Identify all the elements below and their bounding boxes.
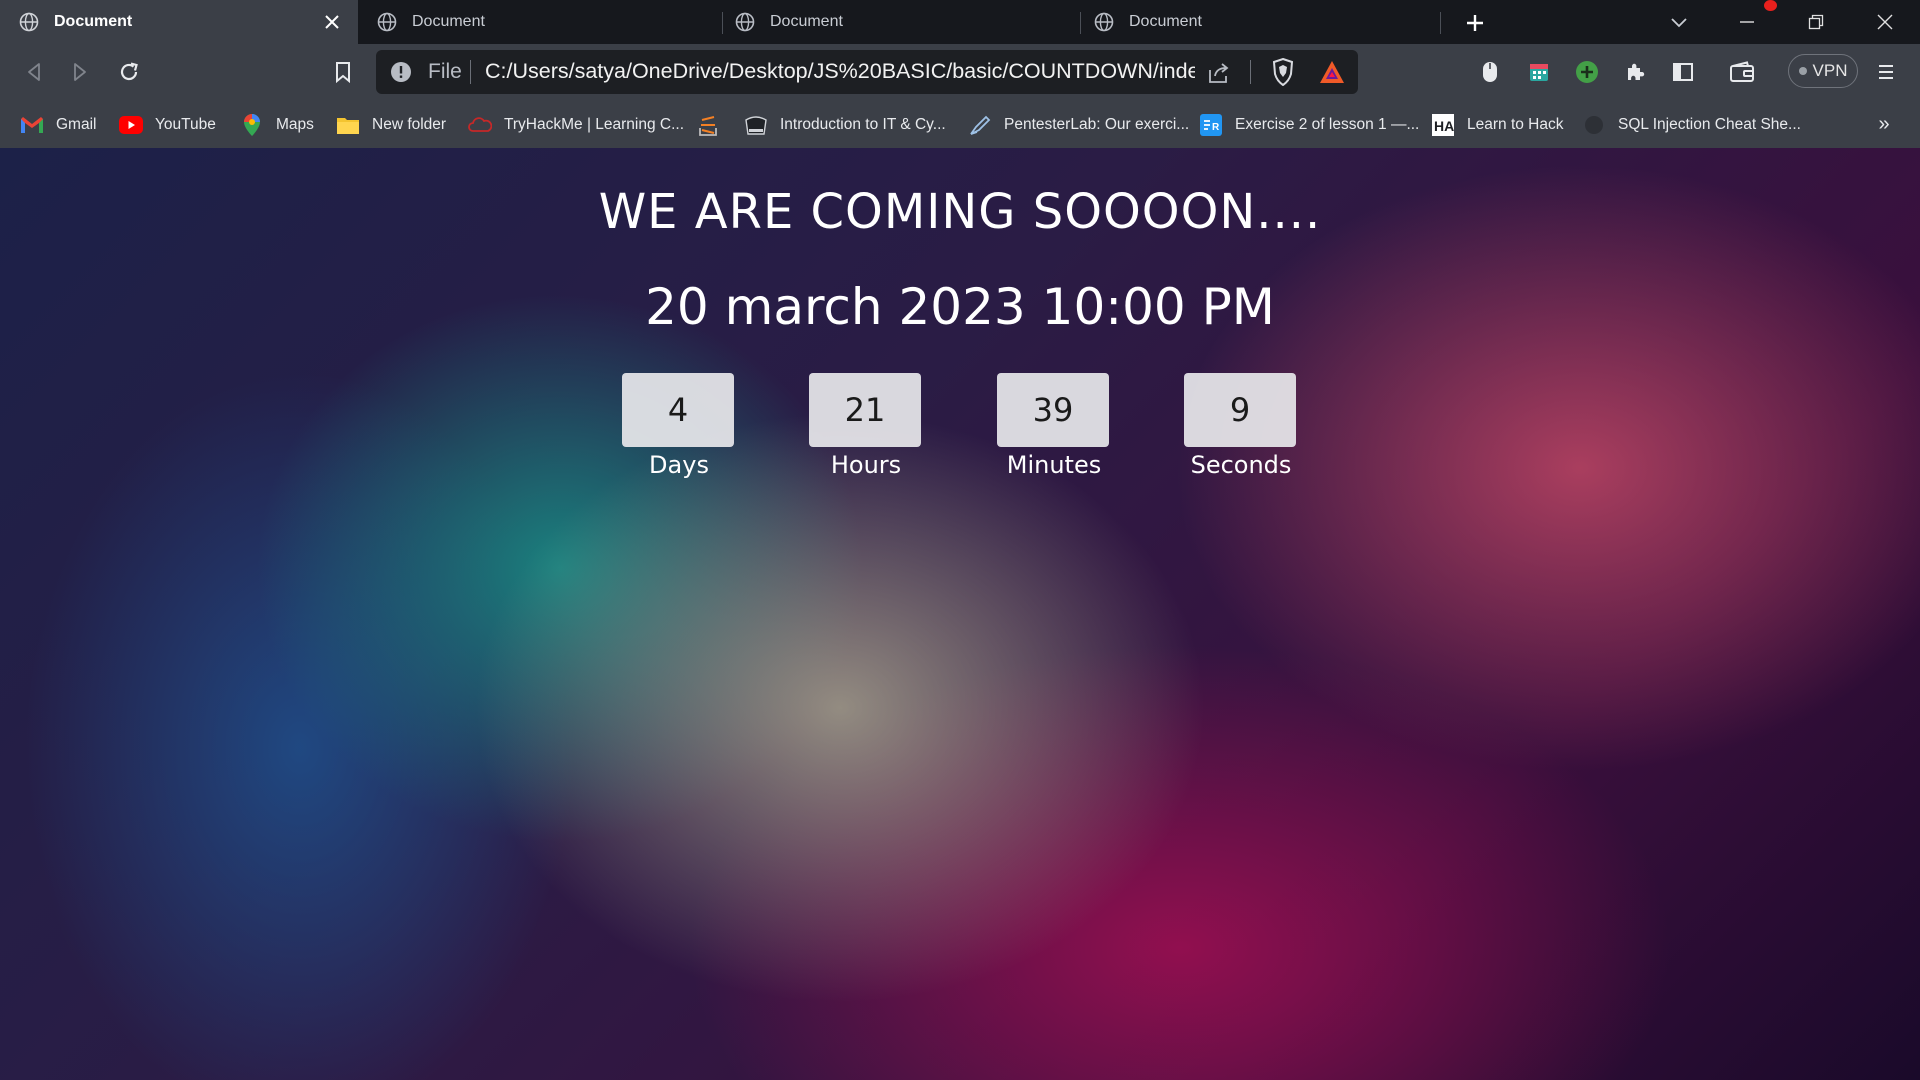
menu-icon[interactable]: [1870, 56, 1902, 88]
tab-separator: [1440, 12, 1441, 34]
bookmark-label: TryHackMe | Learning C...: [504, 116, 685, 133]
countdown-value: 21: [809, 373, 921, 447]
bookmark-label: Gmail: [56, 116, 97, 133]
browser-toolbar: File C:/Users/satya/OneDrive/Desktop/JS%…: [0, 44, 1920, 100]
bookmark-exercise[interactable]: R Exercise 2 of lesson 1 —...: [1199, 112, 1419, 138]
vpn-label: VPN: [1812, 61, 1848, 80]
bookmark-label: Exercise 2 of lesson 1 —...: [1235, 116, 1420, 133]
globe-icon: [734, 11, 756, 33]
url-text[interactable]: C:/Users/satya/OneDrive/Desktop/JS%20BAS…: [485, 59, 1195, 84]
bookmark-label: SQL Injection Cheat She...: [1618, 116, 1801, 133]
bookmark-pentesterlab[interactable]: PentesterLab: Our exerci...: [968, 112, 1189, 138]
bookmark-label: Learn to Hack: [1467, 116, 1564, 133]
bookmarks-bar: Gmail YouTube Maps New folder TryHackMe …: [0, 100, 1920, 148]
restore-button[interactable]: [1793, 4, 1839, 40]
close-tab-icon[interactable]: [320, 10, 344, 34]
vpn-status-dot: [1798, 67, 1807, 75]
bookmark-label: Maps: [276, 116, 314, 133]
more-bookmarks-icon[interactable]: »: [1872, 112, 1896, 136]
tab-title: Document: [1129, 13, 1202, 30]
omnibox-divider: [470, 60, 471, 84]
close-window-button[interactable]: [1862, 4, 1908, 40]
youtube-icon: [119, 113, 143, 137]
tab-title: Document: [412, 13, 485, 30]
bookmark-label: PentesterLab: Our exerci...: [1004, 116, 1190, 133]
countdown-label: Seconds: [1190, 451, 1292, 479]
brave-shields-icon[interactable]: [1270, 57, 1296, 87]
reload-button[interactable]: [113, 56, 145, 88]
gmail-icon: [20, 113, 44, 137]
share-icon[interactable]: [1206, 60, 1232, 86]
minimize-button[interactable]: [1724, 4, 1770, 40]
bookmark-tryhackme[interactable]: TryHackMe | Learning C...: [468, 112, 684, 138]
folder-icon: [336, 113, 360, 137]
tab-document-1[interactable]: Document: [0, 0, 358, 44]
cybrary-icon: [744, 113, 768, 137]
svg-text:HA: HA: [1434, 118, 1454, 134]
bookmark-intro-it[interactable]: Introduction to IT & Cy...: [744, 112, 946, 138]
forward-button[interactable]: [64, 56, 96, 88]
svg-text:R: R: [1212, 122, 1220, 133]
page-viewport: WE ARE COMING SOOOON.... 20 march 2023 1…: [0, 148, 1920, 1080]
exercise-icon: R: [1199, 113, 1223, 137]
bookmark-label: YouTube: [155, 116, 216, 133]
wallet-icon[interactable]: [1726, 56, 1758, 88]
page-title: WE ARE COMING SOOOON....: [598, 184, 1322, 240]
bookmark-stack[interactable]: [696, 112, 732, 138]
tab-title: Document: [770, 13, 843, 30]
hackaday-icon: HA: [1431, 113, 1455, 137]
info-icon[interactable]: [390, 61, 412, 83]
extensions-puzzle-icon[interactable]: [1619, 56, 1651, 88]
sidebar-icon[interactable]: [1667, 56, 1699, 88]
tryhackme-icon: [468, 113, 492, 137]
brave-rewards-icon[interactable]: [1318, 59, 1346, 85]
pentesterlab-icon: [968, 113, 992, 137]
tab-document-4[interactable]: Document: [1075, 0, 1433, 44]
bookmark-gmail[interactable]: Gmail: [20, 112, 96, 138]
launch-date: 20 march 2023 10:00 PM: [645, 278, 1275, 336]
back-button[interactable]: [18, 56, 50, 88]
countdown-days: 4 Days: [622, 373, 736, 479]
tab-document-2[interactable]: Document: [358, 0, 716, 44]
calendar-extension-icon[interactable]: [1523, 56, 1555, 88]
bookmark-label: Introduction to IT & Cy...: [780, 116, 946, 133]
tab-title: Document: [54, 13, 133, 30]
bookmark-new-folder[interactable]: New folder: [336, 112, 446, 138]
countdown-value: 9: [1184, 373, 1296, 447]
countdown-value: 4: [622, 373, 734, 447]
bookmark-label: New folder: [372, 116, 447, 133]
address-bar[interactable]: File C:/Users/satya/OneDrive/Desktop/JS%…: [376, 50, 1358, 94]
stack-icon: [696, 113, 720, 137]
bookmark-learn-to-hack[interactable]: HA Learn to Hack: [1431, 112, 1564, 138]
countdown-minutes: 39 Minutes: [997, 373, 1111, 479]
sql-icon: [1582, 113, 1606, 137]
bookmark-youtube[interactable]: YouTube: [119, 112, 216, 138]
globe-icon: [1093, 11, 1115, 33]
scheme-label: File: [428, 60, 462, 83]
countdown-hours: 21 Hours: [809, 373, 923, 479]
bookmark-sql-injection[interactable]: SQL Injection Cheat She...: [1582, 112, 1801, 138]
vpn-button[interactable]: VPN: [1788, 54, 1858, 88]
globe-icon: [376, 11, 398, 33]
countdown-label: Days: [649, 451, 709, 479]
bookmark-icon[interactable]: [327, 56, 359, 88]
bookmark-maps[interactable]: Maps: [240, 112, 314, 138]
tab-search-chevron-icon[interactable]: [1664, 8, 1694, 38]
add-extension-icon[interactable]: [1571, 56, 1603, 88]
omnibox-divider: [1250, 60, 1251, 84]
tab-document-3[interactable]: Document: [716, 0, 1074, 44]
new-tab-button[interactable]: [1460, 8, 1490, 38]
tab-strip: Document Document Document Document: [0, 0, 1920, 44]
countdown-label: Minutes: [1006, 451, 1102, 479]
countdown-value: 39: [997, 373, 1109, 447]
mouse-extension-icon[interactable]: [1474, 56, 1506, 88]
globe-icon: [18, 11, 40, 33]
countdown-seconds: 9 Seconds: [1184, 373, 1298, 479]
countdown-label: Hours: [830, 451, 902, 479]
maps-icon: [240, 113, 264, 137]
